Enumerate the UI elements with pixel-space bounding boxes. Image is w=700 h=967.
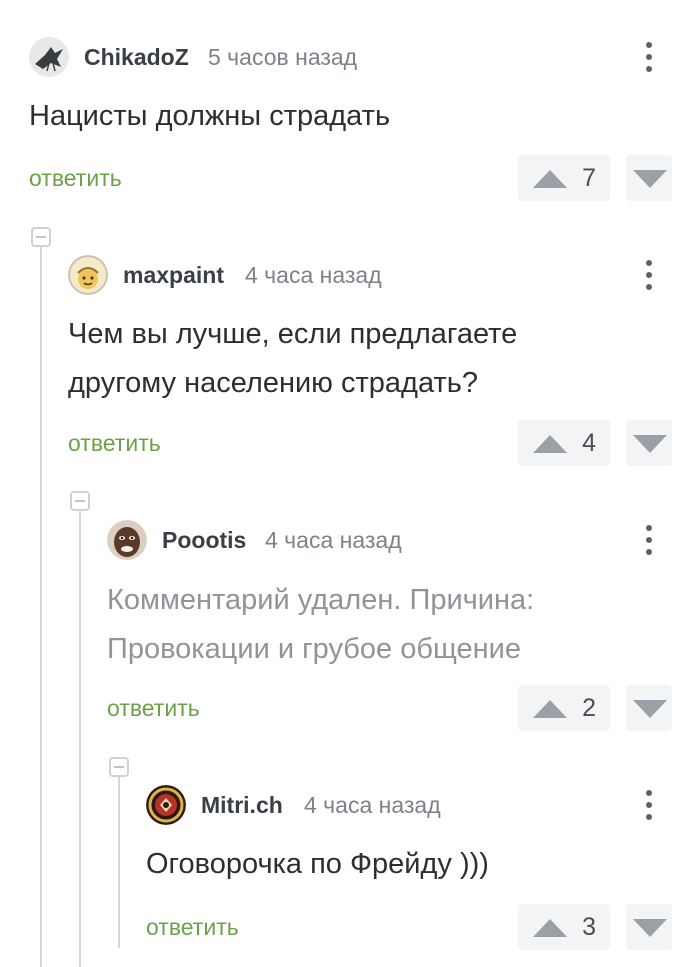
upvote-button[interactable]: 7 (518, 155, 610, 201)
vote-count: 2 (582, 694, 596, 722)
comment-text-line: Оговорочка по Фрейду ))) (146, 848, 489, 880)
more-menu-icon[interactable] (637, 37, 661, 77)
downvote-button[interactable] (626, 685, 672, 731)
comment-text-line: Нацисты должны страдать (29, 100, 391, 132)
badge-logo-avatar-icon[interactable] (146, 785, 186, 825)
upvote-button[interactable]: 2 (518, 685, 610, 731)
arrow-up-icon (533, 435, 567, 453)
collapse-thread-button[interactable] (109, 757, 129, 777)
collapse-thread-button[interactable] (70, 491, 90, 511)
upvote-button[interactable]: 3 (518, 904, 610, 950)
bird-avatar-icon[interactable] (29, 37, 69, 77)
comment-text-line: Чем вы лучше, если предлагаете (68, 318, 518, 350)
downvote-button[interactable] (626, 420, 672, 466)
downvote-button[interactable] (626, 155, 672, 201)
more-menu-icon[interactable] (637, 255, 661, 295)
comment-text: Оговорочка по Фрейду ))) (146, 840, 489, 889)
comment-text-line: Провокации и грубое общение (107, 633, 521, 665)
vote-count: 3 (582, 913, 596, 941)
upvote-button[interactable]: 4 (518, 420, 610, 466)
more-menu-icon[interactable] (637, 520, 661, 560)
comment-text-line: другому населению страдать? (68, 367, 478, 399)
comment-text: Нацисты должны страдать (29, 92, 390, 141)
thread-line (40, 246, 42, 967)
reply-link[interactable]: ответить (29, 165, 122, 192)
downvote-button[interactable] (626, 904, 672, 950)
arrow-up-icon (533, 919, 567, 937)
vote-count: 7 (582, 164, 596, 192)
cartoon-face-avatar-icon[interactable] (68, 255, 108, 295)
thread-line (118, 776, 120, 948)
comment-text: Чем вы лучше, если предлагаете другому н… (68, 310, 517, 408)
arrow-down-icon (633, 700, 667, 718)
arrow-down-icon (633, 919, 667, 937)
vote-count: 4 (582, 429, 596, 457)
comment-author[interactable]: ChikadoZ (84, 44, 189, 71)
arrow-down-icon (633, 435, 667, 453)
face-photo-avatar-icon[interactable] (107, 520, 147, 560)
arrow-down-icon (633, 170, 667, 188)
comment-time[interactable]: 4 часа назад (304, 792, 441, 819)
more-menu-icon[interactable] (637, 785, 661, 825)
collapse-thread-button[interactable] (31, 227, 51, 247)
reply-link[interactable]: ответить (107, 695, 200, 722)
arrow-up-icon (533, 700, 567, 718)
comment-author[interactable]: Mitri.ch (201, 792, 283, 819)
comment-author[interactable]: Poootis (162, 527, 246, 554)
reply-link[interactable]: ответить (68, 430, 161, 457)
comment-time[interactable]: 5 часов назад (208, 44, 357, 71)
comment-text-line: Комментарий удален. Причина: (107, 584, 535, 616)
comment-author[interactable]: maxpaint (123, 262, 224, 289)
thread-line (79, 510, 81, 967)
comment-time[interactable]: 4 часа назад (265, 527, 402, 554)
reply-link[interactable]: ответить (146, 914, 239, 941)
comment-time[interactable]: 4 часа назад (245, 262, 382, 289)
deleted-comment-text: Комментарий удален. Причина: Провокации … (107, 576, 534, 674)
arrow-up-icon (533, 170, 567, 188)
